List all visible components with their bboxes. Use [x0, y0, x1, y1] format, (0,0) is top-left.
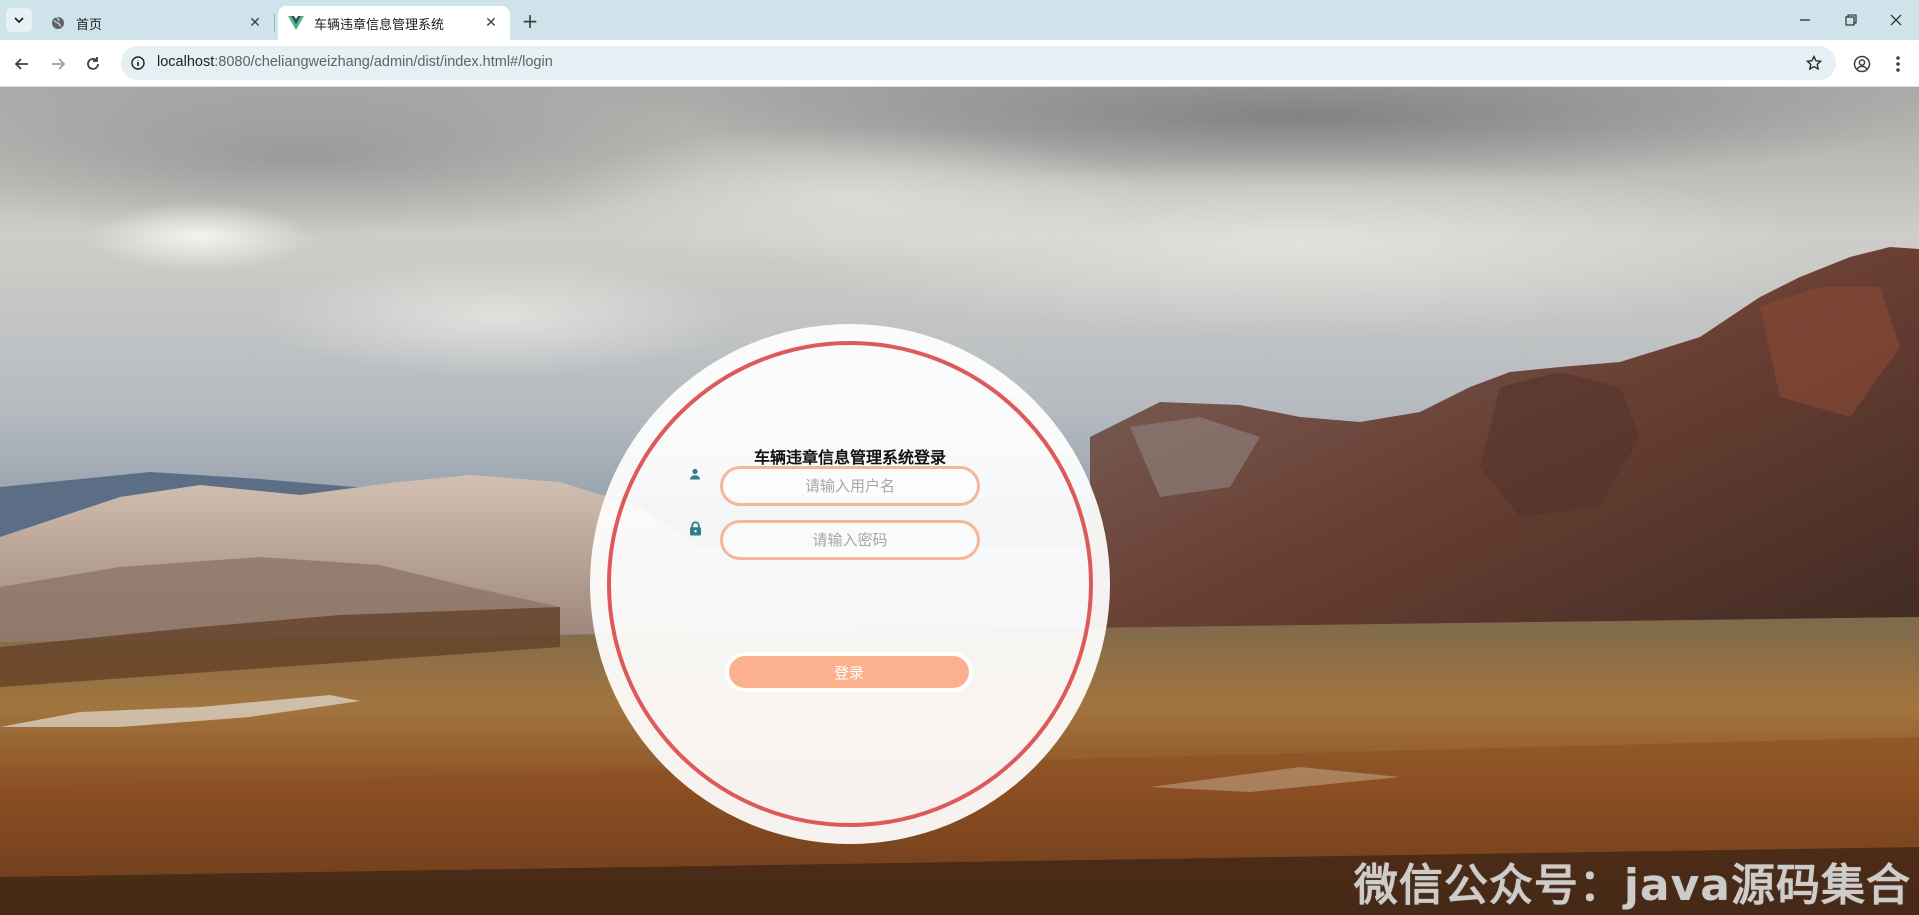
reload-button[interactable] [79, 50, 107, 78]
address-bar[interactable]: localhost:8080/cheliangweizhang/admin/di… [121, 46, 1836, 80]
login-panel-ring [607, 341, 1093, 827]
menu-button[interactable] [1886, 52, 1910, 76]
minimize-button[interactable] [1785, 6, 1825, 34]
login-panel: 车辆违章信息管理系统登录 登录 [590, 324, 1110, 844]
close-icon[interactable]: ✕ [482, 14, 500, 32]
user-icon [686, 465, 704, 483]
globe-icon [50, 15, 66, 31]
site-info-icon[interactable] [129, 54, 147, 72]
back-button[interactable] [8, 50, 36, 78]
tab-title: 车辆违章信息管理系统 [314, 17, 445, 33]
address-url[interactable]: localhost:8080/cheliangweizhang/admin/di… [157, 54, 553, 70]
tab-divider [274, 14, 275, 32]
url-host: localhost [157, 54, 215, 70]
minimize-icon [1800, 19, 1810, 21]
login-title: 车辆违章信息管理系统登录 [753, 448, 946, 467]
tab-home[interactable]: 首页 ✕ [40, 6, 274, 40]
username-input[interactable] [720, 466, 980, 506]
arrow-right-icon [52, 58, 66, 70]
account-circle-icon [1853, 55, 1871, 73]
profile-button[interactable] [1850, 52, 1874, 76]
browser-toolbar: localhost:8080/cheliangweizhang/admin/di… [0, 40, 1919, 87]
new-tab-button[interactable]: + [518, 9, 542, 33]
lock-icon [686, 519, 704, 537]
forward-button[interactable] [44, 50, 72, 78]
login-page: 车辆违章信息管理系统登录 登录 微信公众号：java源码集合 [0, 87, 1919, 915]
watermark-text: 微信公众号：java源码集合 [1353, 860, 1911, 911]
chevron-down-icon [14, 17, 24, 24]
window-close-button[interactable] [1876, 6, 1916, 34]
tab-title: 首页 [76, 17, 103, 33]
tab-strip: 首页 ✕ 车辆违章信息管理系统 ✕ + [0, 0, 1919, 40]
close-icon [1890, 14, 1902, 26]
restore-icon [1845, 14, 1857, 26]
restore-button[interactable] [1831, 6, 1871, 34]
close-icon[interactable]: ✕ [246, 14, 264, 32]
tab-search-button[interactable] [6, 8, 32, 32]
arrow-left-icon [14, 58, 28, 70]
more-vertical-icon [1896, 56, 1900, 72]
vue-logo-icon [288, 15, 304, 31]
password-input[interactable] [720, 520, 980, 560]
bookmark-star-icon[interactable] [1804, 53, 1824, 73]
login-button[interactable]: 登录 [729, 656, 969, 688]
url-path: :8080/cheliangweizhang/admin/dist/index.… [214, 54, 553, 70]
login-button-frame: 登录 [725, 652, 973, 692]
tab-login[interactable]: 车辆违章信息管理系统 ✕ [278, 6, 510, 40]
reload-icon [87, 57, 99, 70]
